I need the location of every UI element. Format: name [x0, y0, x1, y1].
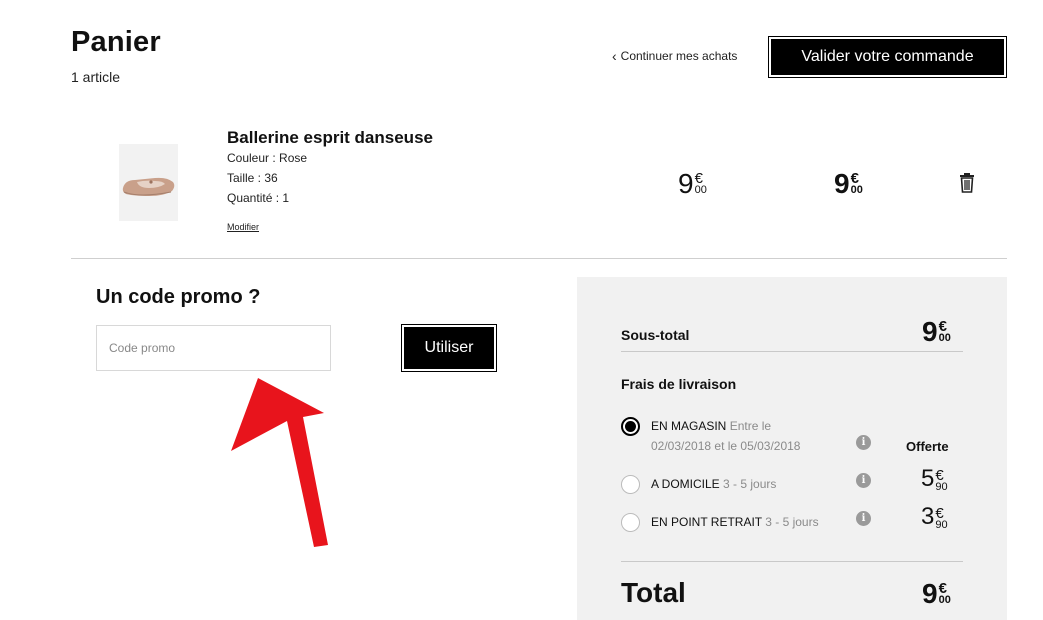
delivery-title: Frais de livraison: [621, 376, 737, 392]
unit-price-cents: 00: [694, 184, 707, 196]
delivery-pickup-label: EN POINT RETRAIT: [651, 515, 762, 529]
delivery-radio-pickup[interactable]: [621, 513, 640, 532]
delivery-store-dates: 02/03/2018 et le 05/03/2018: [651, 439, 801, 453]
validate-order-button[interactable]: Valider votre commande: [768, 36, 1007, 78]
product-image[interactable]: [119, 144, 178, 221]
modify-link[interactable]: Modifier: [227, 222, 259, 232]
delivery-pickup-cents: 90: [935, 519, 948, 531]
delivery-home-int: 5: [921, 465, 935, 492]
delivery-store-price: Offerte: [906, 439, 949, 454]
delivery-option-home[interactable]: A DOMICILE 3 - 5 jours: [651, 474, 851, 494]
trash-icon[interactable]: [958, 172, 976, 194]
promo-title: Un code promo ?: [96, 286, 261, 308]
total-label: Total: [621, 577, 686, 608]
promo-code-input[interactable]: [96, 325, 331, 371]
red-arrow-annotation: [225, 375, 345, 555]
subtotal-label: Sous-total: [621, 327, 690, 343]
line-total-int: 9: [834, 168, 850, 199]
delivery-home-cents: 90: [935, 481, 948, 493]
line-total-price: 9 € 00: [834, 170, 863, 198]
article-count: 1 article: [71, 69, 121, 85]
unit-price-int: 9: [678, 168, 694, 199]
unit-price: 9 € 00: [678, 170, 707, 198]
delivery-pickup-price: 3 € 90: [921, 503, 948, 531]
delivery-pickup-detail: 3 - 5 jours: [765, 515, 819, 529]
continue-shopping-label: Continuer mes achats: [620, 49, 738, 63]
delivery-home-price: 5 € 90: [921, 465, 948, 493]
validate-order-label: Valider votre commande: [771, 39, 1004, 75]
subtotal-int: 9: [922, 316, 938, 347]
delivery-option-store[interactable]: EN MAGASIN Entre le 02/03/2018 et le 05/…: [651, 416, 851, 456]
delivery-radio-home[interactable]: [621, 475, 640, 494]
info-icon[interactable]: i: [856, 473, 871, 488]
delivery-home-label: A DOMICILE: [651, 477, 720, 491]
info-icon[interactable]: i: [856, 511, 871, 526]
line-total-cents: 00: [850, 184, 863, 196]
total-price: 9 € 00: [922, 580, 951, 608]
summary-divider: [621, 351, 963, 352]
continue-shopping-link[interactable]: ‹ Continuer mes achats: [612, 49, 737, 63]
product-name[interactable]: Ballerine esprit danseuse: [227, 128, 433, 148]
delivery-pickup-int: 3: [921, 503, 935, 530]
info-icon[interactable]: i: [856, 435, 871, 450]
page-title: Panier: [71, 26, 161, 58]
use-promo-label: Utiliser: [404, 327, 494, 369]
subtotal-cents: 00: [938, 332, 951, 344]
product-size: Taille : 36: [227, 171, 278, 185]
product-color: Couleur : Rose: [227, 151, 308, 165]
product-quantity: Quantité : 1: [227, 191, 290, 205]
section-divider: [71, 258, 1007, 259]
delivery-store-label: EN MAGASIN: [651, 419, 727, 433]
chevron-left-icon: ‹: [612, 48, 617, 64]
delivery-radio-store[interactable]: [621, 417, 640, 436]
ballerina-shoe-image: [119, 144, 178, 221]
delivery-store-detail: Entre le: [729, 419, 772, 433]
radio-dot: [625, 421, 636, 432]
total-int: 9: [922, 578, 938, 609]
summary-divider: [621, 561, 963, 562]
total-cents: 00: [938, 594, 951, 606]
use-promo-button[interactable]: Utiliser: [401, 324, 497, 372]
subtotal-price: 9 € 00: [922, 318, 951, 346]
delivery-home-detail: 3 - 5 jours: [723, 477, 777, 491]
delivery-option-pickup[interactable]: EN POINT RETRAIT 3 - 5 jours: [651, 512, 851, 532]
